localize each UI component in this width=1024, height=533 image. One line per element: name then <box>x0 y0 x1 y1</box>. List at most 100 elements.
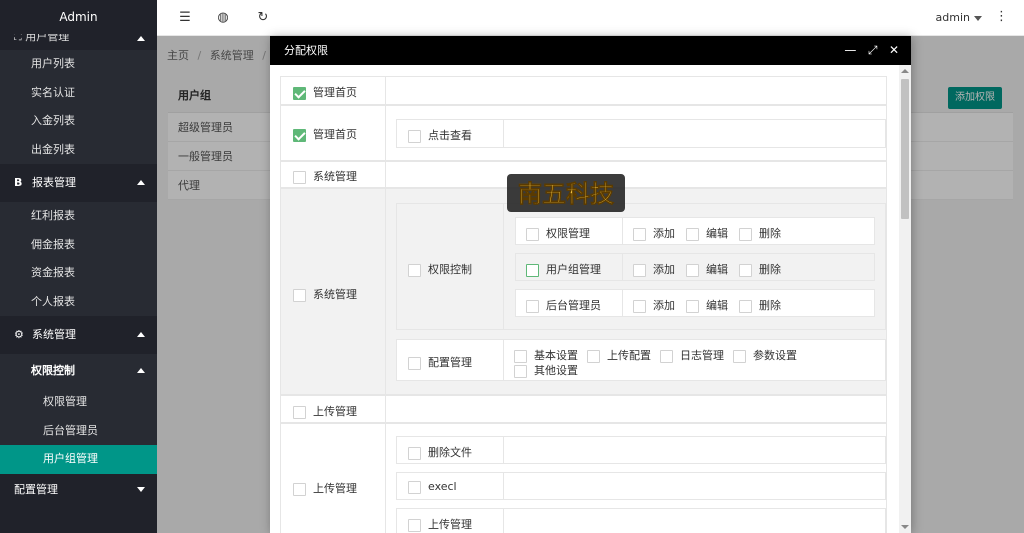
checkbox-icon[interactable] <box>739 299 752 313</box>
checkbox-icon[interactable] <box>408 518 421 532</box>
user-menu[interactable]: admin <box>936 11 982 24</box>
checkbox-icon[interactable] <box>408 446 421 460</box>
checkbox-icon[interactable] <box>633 263 646 277</box>
perm-checkbox-permission-mgmt[interactable]: 权限管理 <box>526 225 590 241</box>
perm-checkbox-edit[interactable]: 编辑 <box>686 297 728 313</box>
checkbox-icon[interactable] <box>408 129 421 143</box>
close-icon[interactable]: ✕ <box>889 36 899 65</box>
perm-checkbox-permission-control[interactable]: 权限控制 <box>408 261 472 277</box>
box-divider <box>503 204 504 329</box>
checkbox-icon[interactable] <box>633 227 646 241</box>
sidebar-item-bonus-report[interactable]: 红利报表 <box>0 202 157 231</box>
chevron-up-icon <box>137 332 145 337</box>
checkbox-icon[interactable] <box>408 263 421 277</box>
perm-checkbox-delete[interactable]: 删除 <box>739 297 781 313</box>
watermark-text: 南五科技 <box>518 179 615 208</box>
sidebar-group-config[interactable]: 配置管理 <box>0 473 157 506</box>
perm-checkbox-click-view[interactable]: 点击查看 <box>408 127 472 143</box>
perm-row-upload: 上传管理 删除文件 execl 上传管理 <box>280 423 887 533</box>
perm-checkbox-upload-2[interactable]: 上传管理 <box>293 480 357 496</box>
perm-checkbox-group-mgmt[interactable]: 用户组管理 <box>526 261 601 277</box>
perm-checkbox-upload[interactable]: 上传管理 <box>293 403 357 419</box>
modal-scrollbar[interactable] <box>899 65 911 533</box>
checkbox-icon[interactable] <box>633 299 646 313</box>
sidebar-item-group-mgmt[interactable]: 用户组管理 <box>0 445 157 474</box>
perm-checkbox-config[interactable]: 配置管理 <box>408 354 472 370</box>
perm-label: 上传配置 <box>607 349 651 362</box>
sidebar-item-real-name[interactable]: 实名认证 <box>0 78 157 107</box>
perm-label: 后台管理员 <box>546 299 601 312</box>
perm-checkbox-upload-3[interactable]: 上传管理 <box>408 516 472 532</box>
sidebar-item-admin-mgmt[interactable]: 后台管理员 <box>0 416 157 445</box>
perm-box-excel: execl <box>396 472 886 500</box>
scroll-up-icon[interactable] <box>901 69 909 73</box>
perm-label: 编辑 <box>706 263 728 276</box>
perm-checkbox-home-2[interactable]: 管理首页 <box>293 126 357 142</box>
checkbox-icon[interactable] <box>526 299 539 313</box>
checkbox-icon[interactable] <box>293 482 306 496</box>
scroll-thumb[interactable] <box>901 79 909 219</box>
checkbox-icon[interactable] <box>514 364 527 378</box>
globe-icon[interactable]: ◍ <box>215 10 231 26</box>
perm-checkbox-excel[interactable]: execl <box>408 480 457 494</box>
brand-title: Admin <box>0 0 157 34</box>
sidebar-group-user[interactable]: ⛶ 用户管理 <box>0 34 157 50</box>
perm-label: execl <box>428 480 457 493</box>
row-divider <box>385 189 386 394</box>
perm-checkbox-system[interactable]: 系统管理 <box>293 168 357 184</box>
checkbox-icon[interactable] <box>686 299 699 313</box>
checkbox-icon[interactable] <box>293 170 306 184</box>
checkbox-icon[interactable] <box>686 227 699 241</box>
checkbox-checked-icon[interactable] <box>293 86 306 100</box>
sidebar-item-withdraw[interactable]: 出金列表 <box>0 135 157 164</box>
sidebar-item-user-list[interactable]: 用户列表 <box>0 50 157 79</box>
checkbox-icon[interactable] <box>587 349 600 363</box>
sidebar-group-system[interactable]: ⚙ 系统管理 <box>0 316 157 354</box>
perm-checkbox-param[interactable]: 参数设置 <box>733 347 797 363</box>
perm-checkbox-add[interactable]: 添加 <box>633 225 675 241</box>
perm-checkbox-add[interactable]: 添加 <box>633 297 675 313</box>
sidebar-group-report[interactable]: B 报表管理 <box>0 164 157 202</box>
minimize-icon[interactable]: — <box>844 36 856 65</box>
perm-checkbox-delete-file[interactable]: 删除文件 <box>408 444 472 460</box>
checkbox-icon[interactable] <box>739 263 752 277</box>
modal-title: 分配权限 <box>284 44 328 57</box>
perm-checkbox-edit[interactable]: 编辑 <box>686 261 728 277</box>
checkbox-checked-icon[interactable] <box>293 128 306 142</box>
checkbox-icon[interactable] <box>739 227 752 241</box>
sidebar-item-fund-report[interactable]: 资金报表 <box>0 259 157 288</box>
checkbox-icon[interactable] <box>733 349 746 363</box>
perm-checkbox-home[interactable]: 管理首页 <box>293 84 357 100</box>
sidebar-item-permission-mgmt[interactable]: 权限管理 <box>0 388 157 417</box>
checkbox-icon[interactable] <box>293 405 306 419</box>
more-vert-icon[interactable]: ⋮ <box>995 9 1008 24</box>
maximize-icon[interactable]: ⤢ <box>868 36 878 65</box>
checkbox-icon[interactable] <box>526 263 539 277</box>
perm-checkbox-other[interactable]: 其他设置 <box>514 362 578 378</box>
perm-checkbox-log[interactable]: 日志管理 <box>660 347 724 363</box>
perm-checkbox-edit[interactable]: 编辑 <box>686 225 728 241</box>
checkbox-icon[interactable] <box>514 349 527 363</box>
checkbox-icon[interactable] <box>686 263 699 277</box>
sidebar-item-personal-report[interactable]: 个人报表 <box>0 287 157 316</box>
perm-checkbox-upload-cfg[interactable]: 上传配置 <box>587 347 651 363</box>
scroll-down-icon[interactable] <box>901 525 909 529</box>
perm-checkbox-delete[interactable]: 删除 <box>739 225 781 241</box>
sidebar-item-deposit[interactable]: 入金列表 <box>0 107 157 136</box>
sidebar-sub-label: 权限控制 <box>31 364 75 377</box>
checkbox-icon[interactable] <box>408 356 421 370</box>
perm-checkbox-basic[interactable]: 基本设置 <box>514 347 578 363</box>
sidebar-item-commission-report[interactable]: 佣金报表 <box>0 230 157 259</box>
checkbox-icon[interactable] <box>408 480 421 494</box>
checkbox-icon[interactable] <box>660 349 673 363</box>
checkbox-icon[interactable] <box>526 227 539 241</box>
menu-collapse-icon[interactable]: ☰ <box>177 10 193 26</box>
perm-checkbox-delete[interactable]: 删除 <box>739 261 781 277</box>
perm-checkbox-add[interactable]: 添加 <box>633 261 675 277</box>
perm-checkbox-admin-mgmt[interactable]: 后台管理员 <box>526 297 601 313</box>
sidebar-sub-permission[interactable]: 权限控制 <box>0 354 157 388</box>
checkbox-icon[interactable] <box>293 288 306 302</box>
refresh-icon[interactable]: ↻ <box>255 10 271 26</box>
perm-label: 删除 <box>759 299 781 312</box>
perm-checkbox-system-2[interactable]: 系统管理 <box>293 286 357 302</box>
